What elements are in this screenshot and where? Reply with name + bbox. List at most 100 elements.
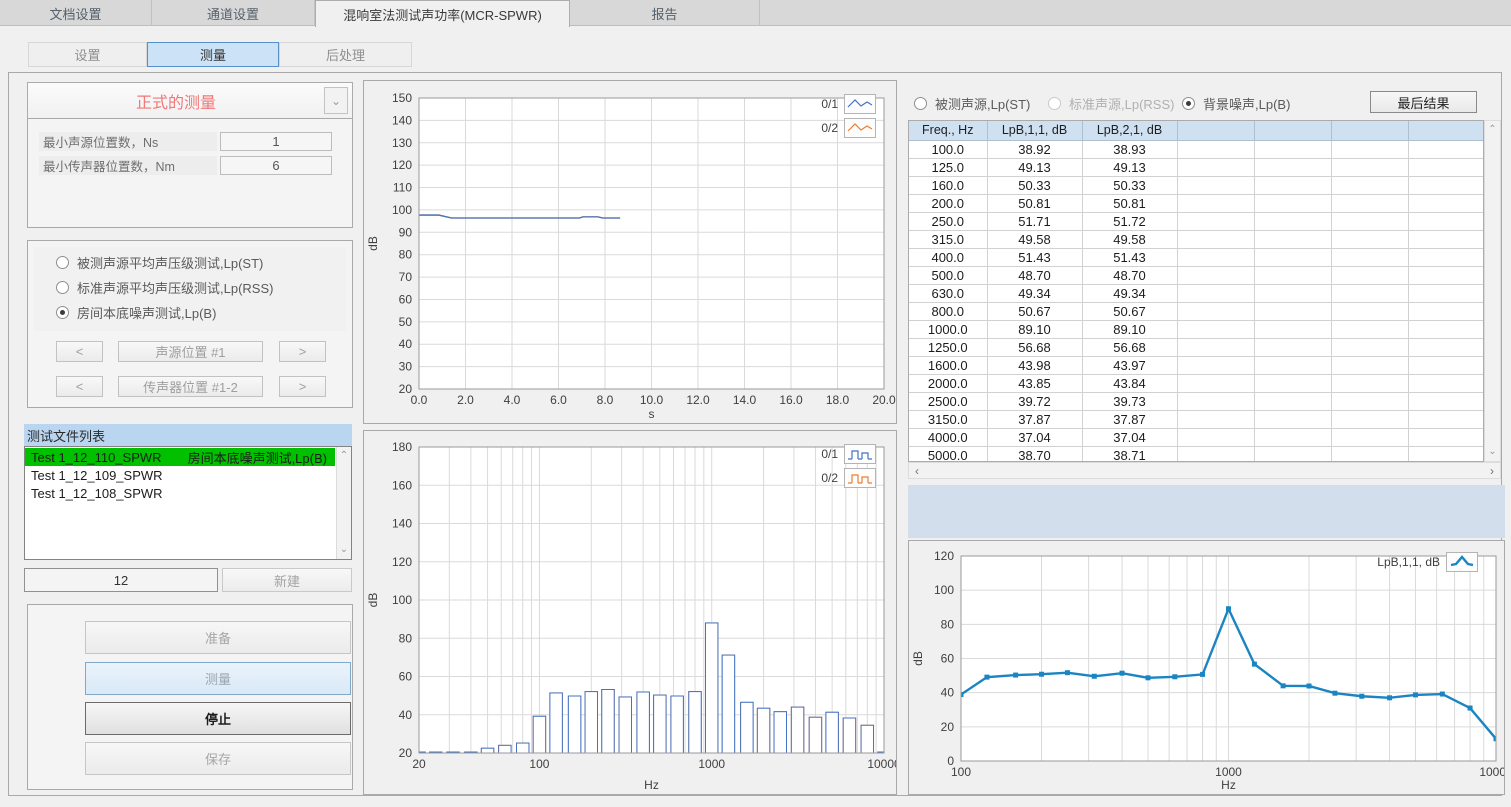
table-cell: 2000.0 [909, 374, 987, 392]
table-cell: 37.04 [987, 428, 1082, 446]
radio-lp-rss-test[interactable]: 标准声源平均声压级测试,Lp(RSS) [56, 278, 273, 297]
stop-button[interactable]: 停止 [85, 702, 351, 735]
svg-text:40: 40 [941, 686, 955, 700]
scroll-left-icon[interactable]: ‹ [909, 463, 925, 478]
list-item[interactable]: Test 1_12_109_SPWR [25, 466, 335, 484]
radio-label: 房间本底噪声测试,Lp(B) [77, 303, 216, 322]
table-cell [1331, 410, 1408, 428]
new-file-button[interactable]: 新建 [222, 568, 352, 592]
table-row[interactable]: 315.049.5849.58 [909, 230, 1484, 248]
scroll-down-icon[interactable]: ⌄ [1485, 445, 1500, 459]
table-cell: 38.70 [987, 446, 1082, 462]
subtab-postprocess[interactable]: 后处理 [279, 42, 412, 67]
svg-text:Hz: Hz [1221, 778, 1236, 792]
radio-view-lp-st[interactable]: 被测声源,Lp(ST) [914, 94, 1030, 113]
radio-lp-b-test[interactable]: 房间本底噪声测试,Lp(B) [56, 303, 216, 322]
table-cell [1331, 176, 1408, 194]
table-row[interactable]: 2000.043.8543.84 [909, 374, 1484, 392]
test-file-list[interactable]: Test 1_12_110_SPWR房间本底噪声测试,Lp(B)Test 1_1… [24, 446, 352, 560]
table-row[interactable]: 1600.043.9843.97 [909, 356, 1484, 374]
tab-channel-settings[interactable]: 通道设置 [152, 0, 315, 26]
prepare-button[interactable]: 准备 [85, 621, 351, 654]
table-row[interactable]: 630.049.3449.34 [909, 284, 1484, 302]
measurement-mode-dropdown[interactable]: 正式的测量 ⌄ [27, 82, 353, 119]
table-horizontal-scrollbar[interactable]: ‹ › [908, 462, 1501, 479]
table-row[interactable]: 250.051.7151.72 [909, 212, 1484, 230]
list-item[interactable]: Test 1_12_110_SPWR房间本底噪声测试,Lp(B) [25, 448, 335, 466]
tab-document-settings[interactable]: 文档设置 [0, 0, 152, 26]
table-row[interactable]: 400.051.4351.43 [909, 248, 1484, 266]
table-cell [1408, 284, 1484, 302]
table-row[interactable]: 1000.089.1089.10 [909, 320, 1484, 338]
table-row[interactable]: 160.050.3350.33 [909, 176, 1484, 194]
svg-text:14.0: 14.0 [733, 393, 757, 407]
scroll-up-icon[interactable]: ⌃ [337, 449, 351, 463]
svg-text:12.0: 12.0 [686, 393, 710, 407]
radio-view-lp-rss[interactable]: 标准声源,Lp(RSS) [1048, 94, 1174, 113]
table-cell [1254, 176, 1331, 194]
column-header: LpB,1,1, dB [987, 121, 1082, 140]
mic-next-button[interactable]: > [279, 376, 326, 397]
table-vertical-scrollbar[interactable]: ⌃ ⌄ [1484, 120, 1501, 462]
scroll-up-icon[interactable]: ⌃ [1485, 123, 1500, 137]
list-item[interactable]: Test 1_12_108_SPWR [25, 484, 335, 502]
subtab-settings[interactable]: 设置 [28, 42, 147, 67]
table-row[interactable]: 125.049.1349.13 [909, 158, 1484, 176]
svg-text:140: 140 [392, 517, 412, 531]
table-cell [1408, 194, 1484, 212]
source-prev-button[interactable]: < [56, 341, 103, 362]
chevron-down-icon[interactable]: ⌄ [324, 87, 348, 114]
legend-label: 0/1 [821, 447, 838, 461]
radio-label: 被测声源平均声压级测试,Lp(ST) [77, 253, 263, 272]
table-cell [1408, 374, 1484, 392]
table-row[interactable]: 100.038.9238.93 [909, 140, 1484, 158]
svg-text:30: 30 [399, 360, 413, 374]
svg-text:10000: 10000 [1479, 765, 1504, 779]
subtab-measure[interactable]: 测量 [147, 42, 279, 67]
table-row[interactable]: 200.050.8150.81 [909, 194, 1484, 212]
ns-value[interactable]: 1 [220, 132, 332, 151]
svg-text:1000: 1000 [698, 757, 725, 771]
radio-circle-icon [914, 97, 927, 110]
tab-mcr-spwr[interactable]: 混响室法测试声功率(MCR-SPWR) [315, 0, 570, 27]
file-count-field[interactable]: 12 [24, 568, 218, 592]
svg-text:60: 60 [941, 652, 955, 666]
svg-text:130: 130 [392, 136, 412, 150]
spectrum-bar-chart: 2040608010012014016018020100100010000dBH… [364, 431, 896, 794]
table-cell [1177, 410, 1254, 428]
source-position-button[interactable]: 声源位置 #1 [118, 341, 263, 362]
table-row[interactable]: 3150.037.8737.87 [909, 410, 1484, 428]
scroll-right-icon[interactable]: › [1484, 463, 1500, 478]
radio-lp-st-test[interactable]: 被测声源平均声压级测试,Lp(ST) [56, 253, 263, 272]
table-row[interactable]: 4000.037.0437.04 [909, 428, 1484, 446]
final-result-button[interactable]: 最后结果 [1370, 91, 1477, 113]
measure-button[interactable]: 测量 [85, 662, 351, 695]
svg-text:120: 120 [934, 549, 954, 563]
table-cell [1408, 176, 1484, 194]
table-row[interactable]: 1250.056.6856.68 [909, 338, 1484, 356]
list-scrollbar[interactable]: ⌃ ⌄ [336, 447, 351, 559]
radio-view-lp-b[interactable]: 背景噪声,Lp(B) [1182, 94, 1290, 113]
table-cell [1331, 158, 1408, 176]
table-cell [1254, 302, 1331, 320]
mic-position-button[interactable]: 传声器位置 #1-2 [118, 376, 263, 397]
table-cell [1254, 428, 1331, 446]
table-row[interactable]: 2500.039.7239.73 [909, 392, 1484, 410]
table-row[interactable]: 5000.038.7038.71 [909, 446, 1484, 462]
table-cell [1408, 410, 1484, 428]
time-history-chart-panel: 20304050607080901001101201301401500.02.0… [363, 80, 897, 424]
source-next-button[interactable]: > [279, 341, 326, 362]
table-cell [1331, 446, 1408, 462]
table-row[interactable]: 500.048.7048.70 [909, 266, 1484, 284]
svg-text:140: 140 [392, 113, 412, 127]
tab-report[interactable]: 报告 [570, 0, 760, 26]
legend-label: 0/2 [821, 471, 838, 485]
svg-text:60: 60 [399, 670, 413, 684]
table-cell: 38.93 [1082, 140, 1177, 158]
table-cell: 400.0 [909, 248, 987, 266]
nm-value[interactable]: 6 [220, 156, 332, 175]
save-button[interactable]: 保存 [85, 742, 351, 775]
scroll-down-icon[interactable]: ⌄ [337, 543, 351, 557]
table-row[interactable]: 800.050.6750.67 [909, 302, 1484, 320]
mic-prev-button[interactable]: < [56, 376, 103, 397]
